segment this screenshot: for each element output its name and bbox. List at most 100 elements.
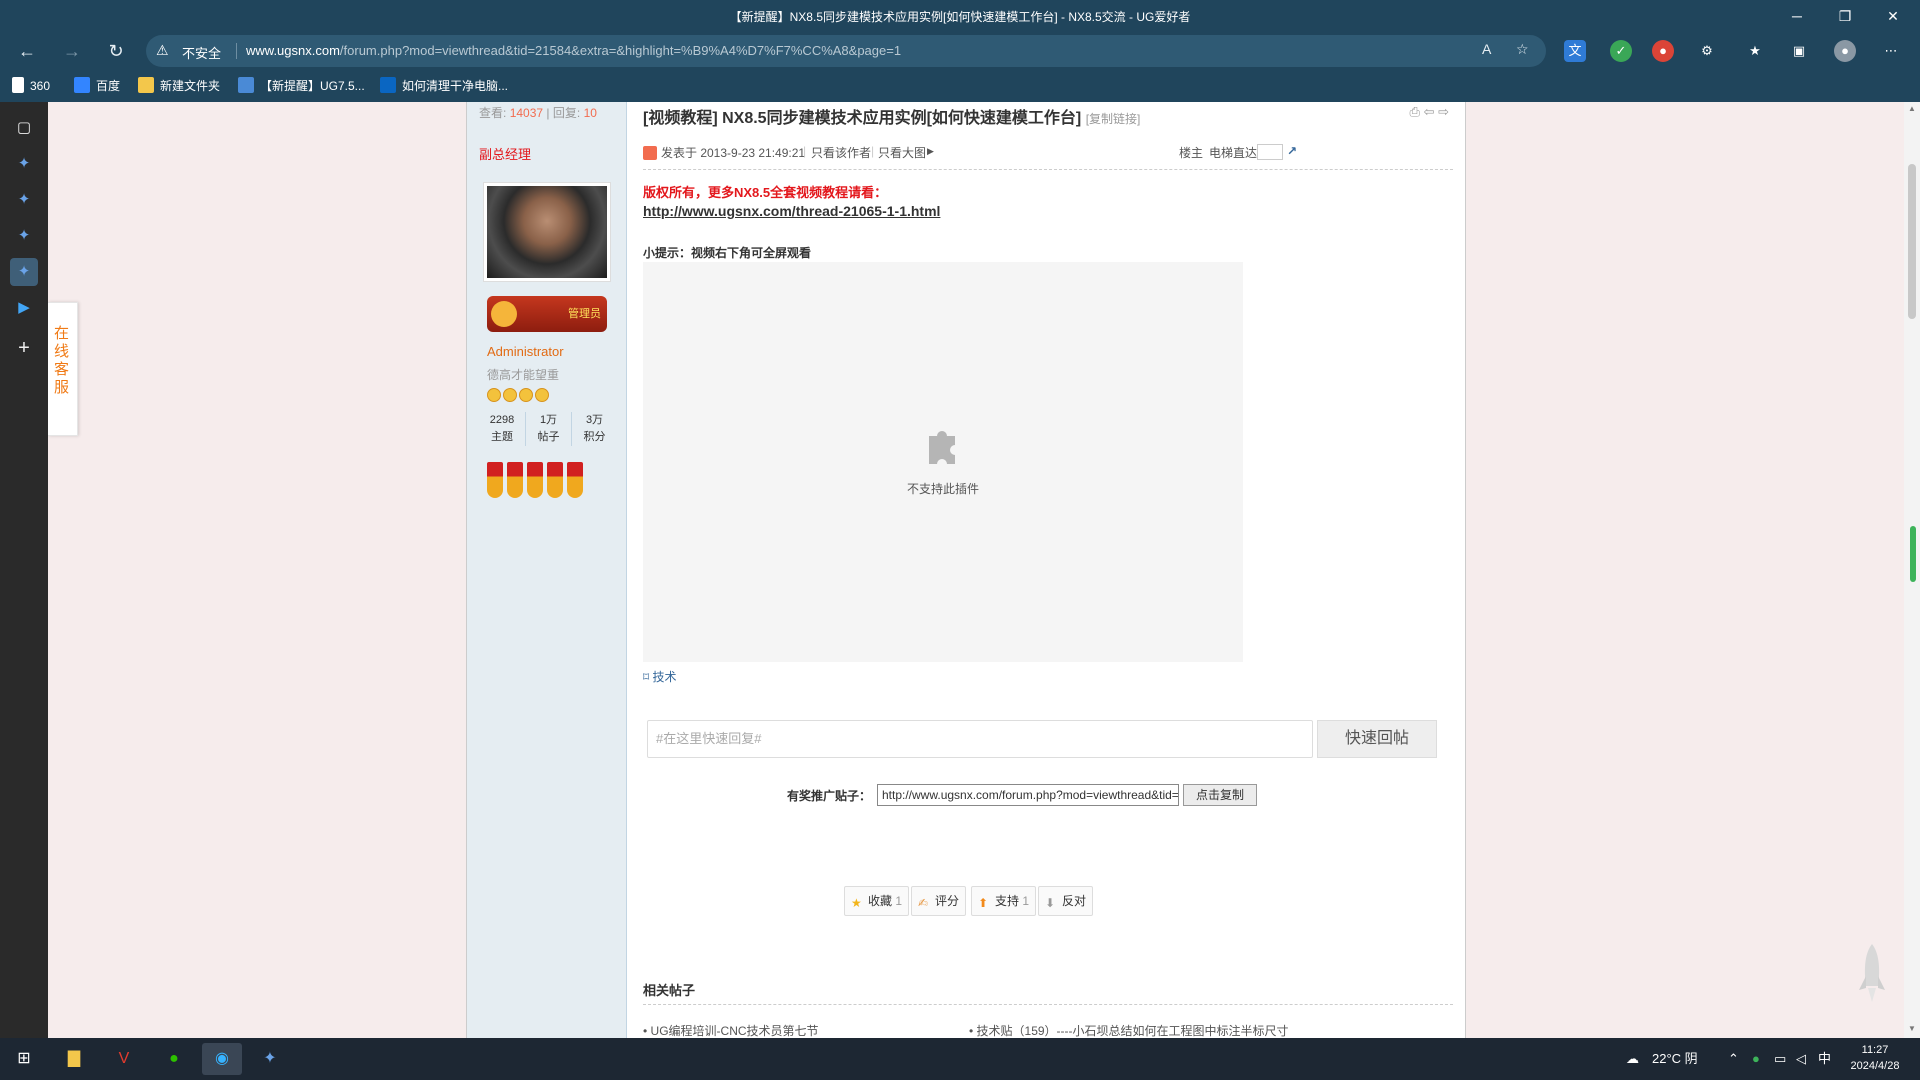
back-icon[interactable]: ← <box>10 35 44 67</box>
copy-url-button[interactable]: 点击复制 <box>1183 784 1257 806</box>
system-clock[interactable]: 11:27 2024/4/28 <box>1838 1042 1912 1074</box>
promo-url-field[interactable]: http://www.ugsnx.com/forum.php?mod=viewt… <box>877 784 1179 806</box>
scroll-down-icon[interactable]: ▼ <box>1904 1024 1920 1033</box>
favorite-button[interactable]: ★ 收藏 1 <box>844 886 910 916</box>
author-rank-title[interactable]: 副总经理 <box>479 144 531 163</box>
shield-extension-icon[interactable]: ✓ <box>1610 40 1632 62</box>
refresh-icon[interactable]: ↻ <box>99 35 133 67</box>
stat-value: 1万 <box>539 414 558 426</box>
quick-reply-input[interactable]: #在这里快速回复# <box>647 720 1313 758</box>
thread-tools: ⎙ ⇦ ⇨ <box>1410 104 1449 120</box>
caret-right-icon[interactable]: ▶ <box>927 146 934 157</box>
avatar[interactable] <box>483 182 611 282</box>
stat-credits[interactable]: 3万 积分 <box>571 412 617 446</box>
next-thread-icon[interactable]: ⇨ <box>1438 104 1449 119</box>
edge-browser-icon[interactable]: ◉ <box>202 1043 242 1075</box>
ime-indicator[interactable]: 中 <box>1818 1038 1831 1080</box>
copy-link[interactable]: [复制链接] <box>1086 112 1141 126</box>
collections-icon[interactable]: ▣ <box>1788 40 1810 62</box>
favorites-icon[interactable]: ★ <box>1744 40 1766 62</box>
bookmark-folder[interactable]: 新建文件夹 <box>138 77 220 94</box>
author-group[interactable]: Administrator <box>487 344 564 359</box>
close-button[interactable]: ✕ <box>1870 0 1916 32</box>
ug-icon <box>238 77 254 93</box>
back-to-top-rocket-icon[interactable] <box>1856 942 1888 1004</box>
bookmark-360[interactable]: 360 <box>12 77 50 93</box>
tab-actions-icon[interactable]: ▢ <box>10 114 38 142</box>
elevator-input[interactable] <box>1257 144 1283 160</box>
divider: | <box>803 144 807 158</box>
tab-video-icon[interactable]: ▶ <box>10 294 38 322</box>
only-author-link[interactable]: 只看该作者 <box>811 144 871 161</box>
bookmark-zhihu[interactable]: 如何清理干净电脑... <box>380 77 508 94</box>
action-label: 收藏 <box>868 894 893 908</box>
star-icon: ★ <box>851 896 862 910</box>
medal-icon[interactable] <box>567 462 583 498</box>
quick-reply-button[interactable]: 快速回帖 <box>1317 720 1437 758</box>
read-aloud-icon[interactable]: A <box>1482 41 1491 57</box>
print-icon[interactable]: ⎙ <box>1410 104 1420 119</box>
floor-label: 楼主 <box>1179 146 1204 160</box>
wechat-icon[interactable]: ● <box>154 1043 194 1075</box>
warning-icon[interactable]: ⚠ <box>156 42 169 59</box>
restore-button[interactable]: ❐ <box>1822 0 1868 32</box>
big-image-link[interactable]: 只看大图 <box>878 144 926 161</box>
oppose-button[interactable]: ⬇ 反对 <box>1038 886 1094 916</box>
post-card: 查看: 14037 | 回复: 10 副总经理 管理员 Administrato… <box>466 102 1466 1038</box>
badge-text: 管理员 <box>568 308 601 320</box>
medal-icon[interactable] <box>547 462 563 498</box>
not-secure-label[interactable]: 不安全 <box>182 43 221 62</box>
scroll-up-icon[interactable]: ▲ <box>1904 104 1920 113</box>
bookmark-ug-thread[interactable]: 【新提醒】UG7.5... <box>238 77 365 94</box>
network-icon[interactable]: ▭ <box>1774 1038 1786 1080</box>
support-button[interactable]: ⬆ 支持 1 <box>971 886 1037 916</box>
volume-icon[interactable]: ◁ <box>1796 1038 1806 1080</box>
tab-ug-2[interactable]: ✦ <box>10 186 38 214</box>
related-thread-link[interactable]: • UG编程培训-CNC技术员第七节 <box>643 1022 819 1038</box>
file-explorer-icon[interactable]: ▇ <box>54 1043 94 1075</box>
page-icon <box>12 77 24 93</box>
thread-link[interactable]: http://www.ugsnx.com/thread-21065-1-1.ht… <box>643 203 940 219</box>
url-text[interactable]: www.ugsnx.com/forum.php?mod=viewthread&t… <box>246 43 901 58</box>
favorite-add-icon[interactable]: ☆ <box>1516 41 1529 58</box>
post-tag[interactable]: ⌑ 技术 <box>643 668 677 685</box>
tab-ug-active[interactable]: ✦ <box>10 258 38 286</box>
elevator-label: 电梯直达 <box>1209 146 1258 160</box>
weather-text[interactable]: 22°C 阴 <box>1652 1038 1698 1080</box>
wps-icon[interactable]: V <box>104 1043 144 1075</box>
related-thread-link[interactable]: • 技术贴（159）----小石坝总结如何在工程图中标注半标尺寸 <box>969 1022 1289 1038</box>
bookmark-baidu[interactable]: 百度 <box>74 77 120 94</box>
tab-ug-1[interactable]: ✦ <box>10 150 38 178</box>
baidu-icon <box>74 77 90 93</box>
stat-posts[interactable]: 1万 帖子 <box>525 412 571 446</box>
start-windows-icon[interactable]: ⊞ <box>4 1043 44 1075</box>
medal-icon[interactable] <box>487 462 503 498</box>
action-count: 1 <box>895 894 903 908</box>
tray-expand-icon[interactable]: ⌃ <box>1728 1038 1739 1080</box>
tab-ug-3[interactable]: ✦ <box>10 222 38 250</box>
minimize-button[interactable]: ─ <box>1774 0 1820 32</box>
medal-icon[interactable] <box>527 462 543 498</box>
thread-title-row: [视频教程] NX8.5同步建模技术应用实例[如何快速建模工作台] [复制链接] <box>643 104 1140 128</box>
online-service-tab[interactable]: 在线客服 <box>48 302 78 436</box>
translate-extension-icon[interactable]: 文 <box>1564 40 1586 62</box>
forward-icon[interactable]: → <box>55 35 89 67</box>
action-label: 评分 <box>935 894 960 908</box>
chrome-extension-icon[interactable]: ● <box>1652 40 1674 62</box>
author-column: 查看: 14037 | 回复: 10 副总经理 管理员 Administrato… <box>467 102 627 1038</box>
address-bar[interactable]: ⚠ 不安全 www.ugsnx.com/forum.php?mod=viewth… <box>146 35 1546 67</box>
rate-button[interactable]: ✍ 评分 <box>911 886 967 916</box>
ug-app-icon[interactable]: ✦ <box>250 1043 290 1075</box>
more-menu-icon[interactable]: ⋯ <box>1880 40 1902 62</box>
new-tab-icon[interactable]: + <box>10 334 38 362</box>
prev-thread-icon[interactable]: ⇦ <box>1424 104 1435 119</box>
wechat-tray-icon[interactable]: ● <box>1752 1038 1760 1080</box>
video-plugin-area[interactable]: 不支持此插件 <box>643 262 1243 662</box>
weather-icon[interactable]: ☁ <box>1626 1038 1639 1080</box>
scrollbar-thumb[interactable] <box>1908 164 1916 319</box>
elevator-go-icon[interactable]: ↗ <box>1287 144 1297 158</box>
extensions-icon[interactable]: ⚙ <box>1696 40 1718 62</box>
medal-icon[interactable] <box>507 462 523 498</box>
stat-threads[interactable]: 2298 主题 <box>479 412 525 446</box>
profile-avatar[interactable]: ● <box>1834 40 1856 62</box>
